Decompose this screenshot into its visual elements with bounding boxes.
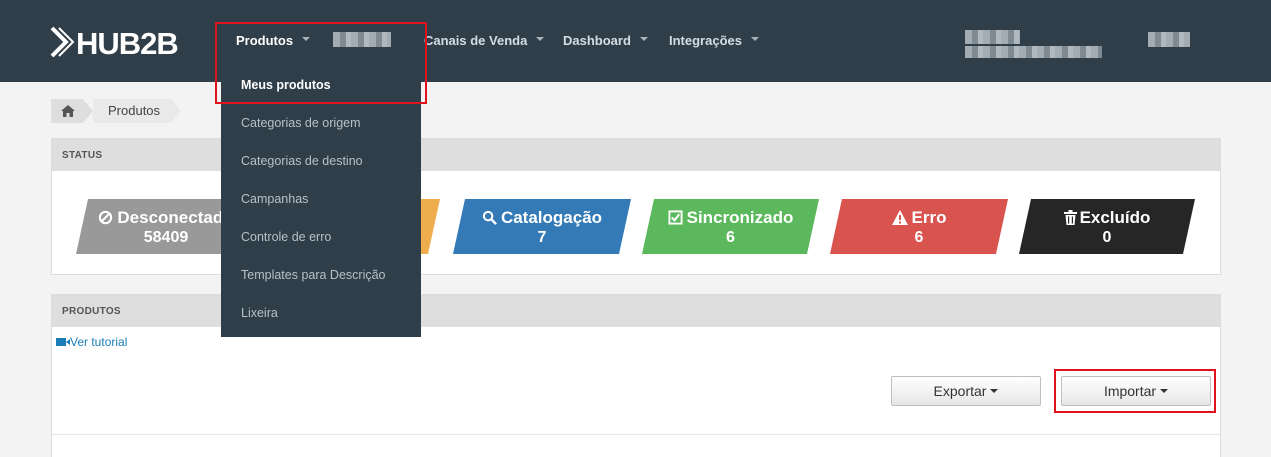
chevron-down-icon [750,36,759,41]
card-label-text: Desconectado [117,208,234,227]
exportar-label: Exportar [933,383,987,399]
check-square-icon [668,210,683,225]
status-card-sincronizado[interactable]: Sincronizado 6 [642,199,819,254]
redacted-user-email [965,46,1102,58]
nav-label: Canais de Venda [424,33,528,48]
breadcrumb-separator [171,99,181,123]
card-label-text: Excluído [1079,208,1151,227]
nav-label: Integrações [669,33,742,48]
highlight-importar-button [1054,369,1216,413]
ban-icon [98,210,113,225]
warning-icon [892,210,908,225]
trash-icon [1064,210,1077,225]
produtos-panel-title: PRODUTOS [62,306,121,317]
redacted-user-menu[interactable] [1148,32,1190,47]
home-icon [61,105,75,117]
card-label-text: Erro [911,208,947,227]
redacted-user-name[interactable] [965,30,1020,44]
nav-item-canais-de-venda[interactable]: Canais de Venda [424,33,545,48]
card-label: Erro [830,208,1008,228]
status-card-erro[interactable]: Erro 6 [830,199,1008,254]
breadcrumb-label: Produtos [108,103,161,118]
produtos-dropdown-menu: Meus produtos Categorias de origem Categ… [221,65,421,337]
menu-item-campanhas[interactable]: Campanhas [241,192,308,206]
hub2b-logo[interactable]: HUB2B [50,24,179,61]
caret-down-icon [990,389,999,394]
nav-item-integracoes[interactable]: Integrações [669,33,759,48]
panel-divider [52,434,1220,435]
highlight-produtos-menu [215,22,427,104]
top-navbar: HUB2B Produtos Canais de Venda Dashboard… [0,0,1271,82]
breadcrumb-home[interactable] [51,99,83,123]
ver-tutorial-link[interactable]: Ver tutorial [56,335,127,349]
chevron-down-icon [536,36,545,41]
nav-item-dashboard[interactable]: Dashboard [563,33,648,48]
chevron-down-icon [639,36,648,41]
menu-item-controle-de-erro[interactable]: Controle de erro [241,230,331,244]
logo-text: HUB2B [76,26,179,61]
card-label: Sincronizado [642,208,819,228]
card-label: Excluído [1019,208,1195,228]
card-label-text: Catalogação [500,208,603,227]
card-label: Catalogação [453,208,631,228]
status-panel-title: STATUS [62,150,103,161]
search-icon [482,210,497,225]
card-count: 7 [537,229,547,246]
menu-item-categorias-de-origem[interactable]: Categorias de origem [241,116,361,130]
menu-item-categorias-de-destino[interactable]: Categorias de destino [241,154,363,168]
card-count: 6 [726,229,735,246]
menu-item-templates-para-descricao[interactable]: Templates para Descrição [241,268,386,282]
nav-label: Dashboard [563,33,631,48]
status-card-catalogacao[interactable]: Catalogação 7 [453,199,631,254]
menu-item-lixeira[interactable]: Lixeira [241,306,278,320]
video-camera-icon [56,337,70,346]
tutorial-label: Ver tutorial [70,335,128,349]
card-count: 6 [914,229,924,246]
logo-chevron-icon [50,26,75,58]
breadcrumb-separator [83,99,93,123]
exportar-button[interactable]: Exportar [891,376,1041,406]
card-label-text: Sincronizado [686,208,794,227]
status-card-excluido[interactable]: Excluído 0 [1019,199,1195,254]
card-count: 0 [1102,229,1112,246]
